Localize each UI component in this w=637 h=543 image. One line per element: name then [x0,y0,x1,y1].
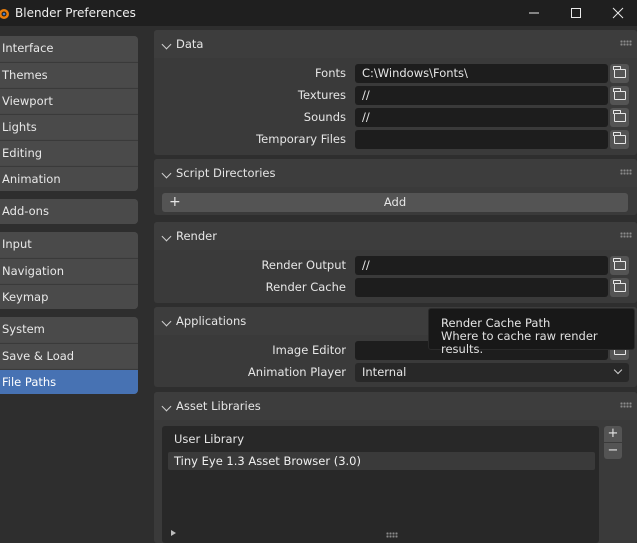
maximize-button[interactable] [562,3,590,23]
panel-header-data[interactable]: Data [154,30,637,58]
window-title: Blender Preferences [15,6,136,20]
sidebar-item-viewport[interactable]: Viewport [0,88,138,113]
render-cache-label: Render Cache [265,280,346,294]
sounds-browse-button[interactable] [610,108,629,127]
folder-icon [613,88,626,100]
sidebar-item-keymap[interactable]: Keymap [0,284,138,309]
temporary-files-path-field[interactable] [355,130,608,149]
render-cache-tooltip: Render Cache Path Where to cache raw ren… [428,308,635,356]
nav-group-system: System Save & Load File Paths [0,317,138,394]
textures-label: Textures [297,88,346,102]
drag-handle-icon[interactable] [620,169,632,175]
panel-header-render[interactable]: Render [154,222,637,250]
sidebar-item-editing[interactable]: Editing [0,140,138,165]
panel-header-script-directories[interactable]: Script Directories [154,159,637,187]
animation-player-value: Internal [362,365,407,379]
temporary-files-label: Temporary Files [256,132,346,146]
sidebar-item-lights[interactable]: Lights [0,114,138,139]
maximize-icon [571,8,581,18]
sidebar-item-file-paths[interactable]: File Paths [0,369,138,394]
sidebar: Interface Themes Viewport Lights Editing… [0,26,148,543]
sidebar-item-add-ons[interactable]: Add-ons [0,199,138,224]
remove-library-button[interactable]: − [604,443,622,459]
nav-group-general: Interface Themes Viewport Lights Editing… [0,36,138,191]
close-button[interactable] [604,3,632,23]
asset-library-list-header: User Library [174,432,245,446]
panel-title: Data [176,37,204,51]
render-output-path-field[interactable]: // [355,256,608,275]
chevron-down-icon [613,365,623,375]
close-icon [612,7,624,19]
add-library-button[interactable]: + [604,426,622,442]
folder-icon [613,66,626,78]
nav-group-addons: Add-ons [0,199,138,224]
chevron-down-icon [161,401,172,412]
animation-player-label: Animation Player [247,365,346,379]
asset-library-item[interactable]: Tiny Eye 1.3 Asset Browser (3.0) [168,452,595,470]
textures-path-field[interactable]: // [355,86,608,105]
render-output-browse-button[interactable] [610,256,629,275]
temporary-files-browse-button[interactable] [610,130,629,149]
drag-handle-icon[interactable] [620,232,632,238]
blender-logo-icon [0,9,9,19]
panel-title: Asset Libraries [176,399,261,413]
add-button-label: Add [383,195,407,209]
panel-render: Render Render Output // Render Cache [154,222,637,303]
panel-title: Script Directories [176,166,276,180]
add-script-directory-button[interactable]: + Add [162,193,628,212]
folder-icon [613,110,626,122]
sidebar-item-animation[interactable]: Animation [0,166,138,191]
chevron-down-icon [161,316,172,327]
panel-data: Data Fonts C:\Windows\Fonts\ Textures //… [154,30,637,155]
nav-group-input: Input Navigation Keymap [0,232,138,309]
render-output-label: Render Output [261,258,346,272]
folder-icon [613,132,626,144]
minimize-icon [529,12,539,14]
image-editor-label: Image Editor [272,343,346,357]
panel-title: Applications [176,314,247,328]
fonts-browse-button[interactable] [610,64,629,83]
chevron-down-icon [161,39,172,50]
sidebar-item-interface[interactable]: Interface [0,36,138,61]
render-cache-browse-button[interactable] [610,278,629,297]
drag-handle-icon[interactable] [620,40,632,46]
textures-browse-button[interactable] [610,86,629,105]
panel-title: Render [176,229,217,243]
sidebar-item-themes[interactable]: Themes [0,62,138,87]
tooltip-description: Where to cache raw render results. [441,329,598,356]
chevron-down-icon [161,231,172,242]
title-bar: Blender Preferences [0,0,637,26]
fonts-label: Fonts [314,66,346,80]
sidebar-item-system[interactable]: System [0,317,138,342]
minimize-button[interactable] [520,3,548,23]
folder-icon [613,280,626,292]
panel-header-asset-libraries[interactable]: Asset Libraries [154,392,637,420]
sidebar-item-input[interactable]: Input [0,232,138,257]
plus-icon: + [169,194,181,210]
animation-player-select[interactable]: Internal [355,363,629,382]
folder-icon [613,258,626,270]
sidebar-item-save-load[interactable]: Save & Load [0,343,138,368]
chevron-down-icon [161,168,172,179]
main-content: Data Fonts C:\Windows\Fonts\ Textures //… [148,26,637,543]
asset-library-list[interactable]: User Library Tiny Eye 1.3 Asset Browser … [162,426,599,543]
resize-handle-icon[interactable] [386,532,398,538]
fonts-path-field[interactable]: C:\Windows\Fonts\ [355,64,608,83]
sounds-label: Sounds [303,110,346,124]
drag-handle-icon[interactable] [620,402,632,408]
expand-triangle-icon[interactable] [171,530,176,536]
sounds-path-field[interactable]: // [355,108,608,127]
render-cache-path-field[interactable] [355,278,608,297]
sidebar-item-navigation[interactable]: Navigation [0,258,138,283]
